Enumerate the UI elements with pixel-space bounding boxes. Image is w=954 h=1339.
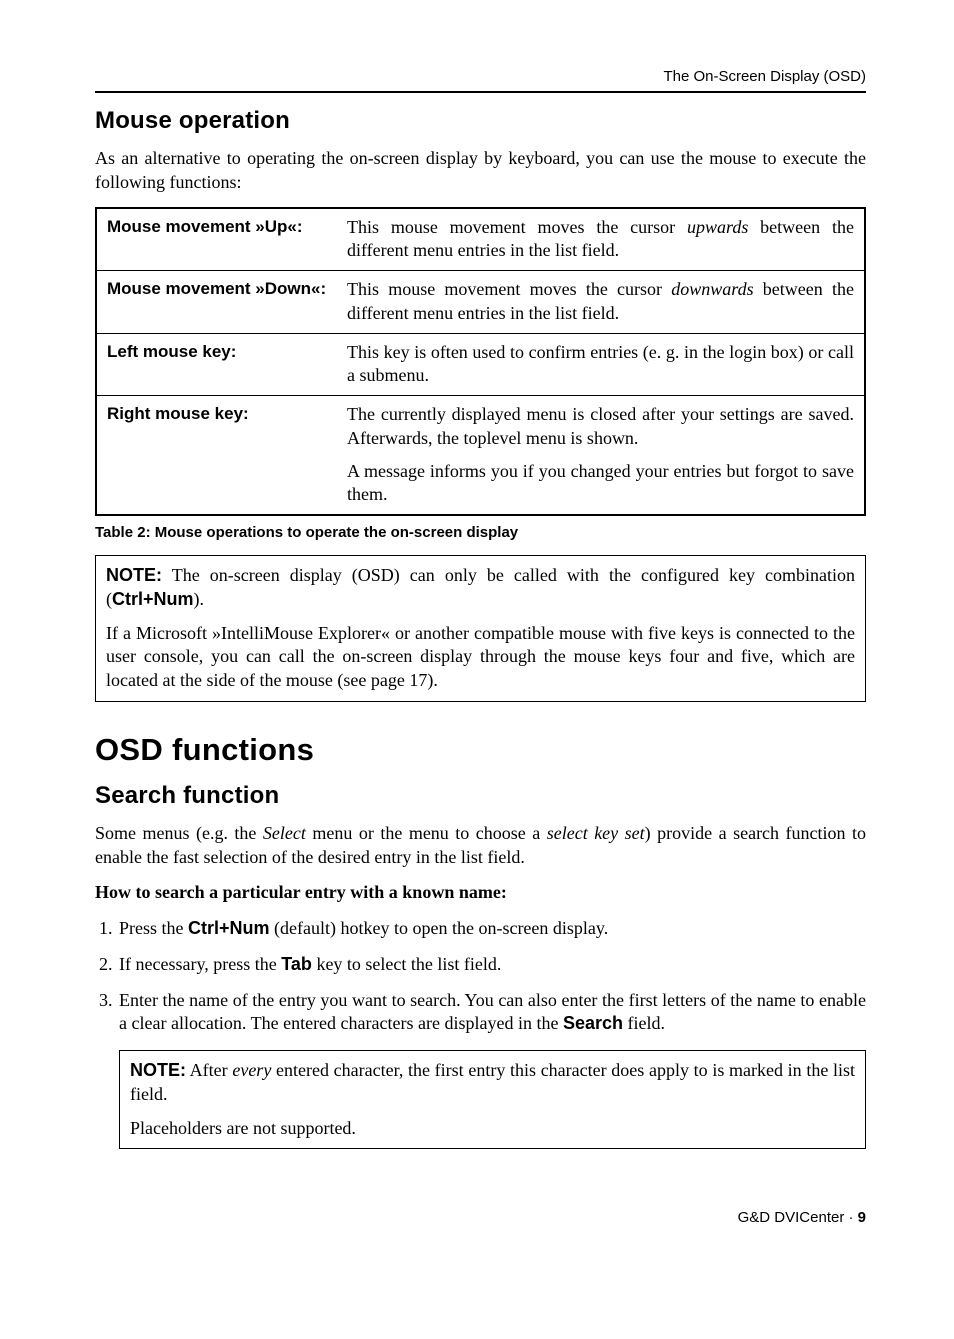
steps-list: Press the Ctrl+Num (default) hotkey to o… [95, 917, 866, 1149]
list-item: Enter the name of the entry you want to … [117, 989, 866, 1150]
note-paragraph: NOTE: The on-screen display (OSD) can on… [106, 564, 855, 612]
table-row: Mouse movement »Up«: This mouse movement… [96, 208, 865, 271]
table-row: A message informs you if you changed you… [96, 458, 865, 516]
row-label: Mouse movement »Up«: [96, 208, 337, 271]
row-label: Right mouse key: [96, 396, 337, 458]
note-box: NOTE: The on-screen display (OSD) can on… [95, 555, 866, 702]
page-footer: G&D DVICenter · 9 [95, 1209, 866, 1226]
row-label-empty [96, 458, 337, 516]
table-row: Left mouse key: This key is often used t… [96, 333, 865, 396]
note-box: NOTE: After every entered character, the… [119, 1050, 866, 1149]
running-head: The On-Screen Display (OSD) [95, 68, 866, 85]
note-paragraph: NOTE: After every entered character, the… [130, 1059, 855, 1107]
howto-heading: How to search a particular entry with a … [95, 881, 866, 905]
heading-osd-functions: OSD functions [95, 732, 866, 768]
note-paragraph: If a Microsoft »IntelliMouse Explorer« o… [106, 622, 855, 693]
table-row: Right mouse key: The currently displayed… [96, 396, 865, 458]
row-desc: This mouse movement moves the cursor upw… [337, 208, 865, 271]
table-row: Mouse movement »Down«: This mouse moveme… [96, 271, 865, 334]
heading-search-function: Search function [95, 782, 866, 810]
intro-paragraph: As an alternative to operating the on-sc… [95, 147, 866, 195]
row-desc: This mouse movement moves the cursor dow… [337, 271, 865, 334]
row-desc-extra: A message informs you if you changed you… [337, 458, 865, 516]
heading-mouse-operation: Mouse operation [95, 107, 866, 135]
row-label: Mouse movement »Down«: [96, 271, 337, 334]
list-item: If necessary, press the Tab key to selec… [117, 953, 866, 977]
list-item: Press the Ctrl+Num (default) hotkey to o… [117, 917, 866, 941]
note-paragraph: Placeholders are not supported. [130, 1117, 855, 1141]
mouse-operations-table: Mouse movement »Up«: This mouse movement… [95, 207, 866, 517]
row-label: Left mouse key: [96, 333, 337, 396]
table-caption: Table 2: Mouse operations to operate the… [95, 524, 866, 541]
header-rule [95, 91, 866, 93]
row-desc: The currently displayed menu is closed a… [337, 396, 865, 458]
search-intro: Some menus (e.g. the Select menu or the … [95, 822, 866, 870]
row-desc: This key is often used to confirm entrie… [337, 333, 865, 396]
